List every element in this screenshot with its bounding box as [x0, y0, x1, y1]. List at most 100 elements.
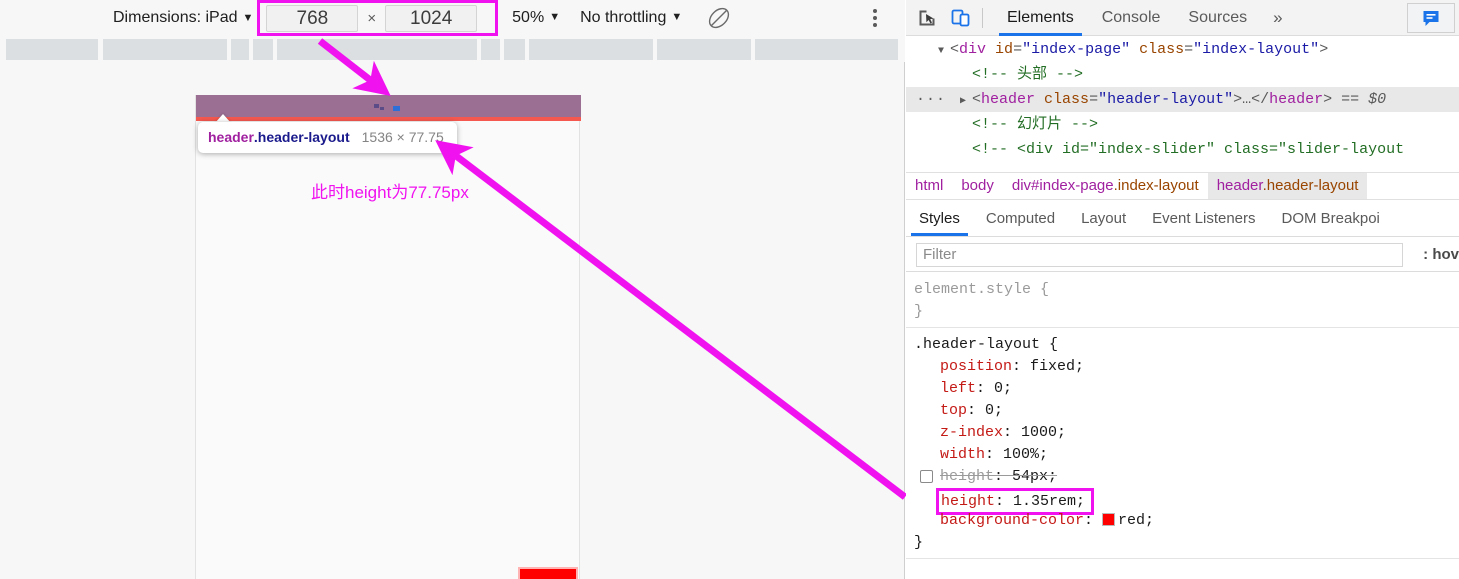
css-property-value[interactable]: 0; — [994, 380, 1012, 397]
css-declaration[interactable]: height: 1.35rem; — [914, 488, 1459, 515]
tab-label: Elements — [1007, 8, 1074, 26]
disclosure-triangle-icon[interactable]: ▼ — [938, 39, 950, 64]
css-property-value[interactable]: 54px; — [1012, 468, 1057, 485]
tab-sources[interactable]: Sources — [1174, 0, 1261, 36]
ruler-segment[interactable] — [103, 39, 227, 60]
css-property-name[interactable]: width — [940, 446, 985, 463]
tab-elements[interactable]: Elements — [993, 0, 1088, 36]
css-property-value[interactable]: 100%; — [1003, 446, 1048, 463]
css-property-value[interactable]: 1000; — [1021, 424, 1066, 441]
rotate-device-icon[interactable] — [706, 5, 732, 31]
ruler-segment[interactable] — [504, 39, 525, 60]
css-property-name[interactable]: top — [940, 402, 967, 419]
breadcrumb-tag: body — [961, 177, 994, 194]
color-swatch[interactable] — [1102, 513, 1116, 526]
feedback-icon[interactable] — [1407, 3, 1455, 33]
element-inspector-tooltip: header .header-layout 1536 × 77.75 — [198, 122, 457, 153]
dom-token: = — [1089, 91, 1099, 108]
preview-block — [379, 107, 384, 110]
css-declaration[interactable]: height: 54px; — [914, 466, 1459, 488]
breadcrumb-item[interactable]: html — [906, 173, 952, 199]
dom-token: = — [1013, 41, 1023, 58]
css-declaration[interactable]: width: 100%; — [914, 444, 1459, 466]
viewport-width-input[interactable]: 768 — [266, 4, 359, 32]
css-declaration[interactable]: left: 0; — [914, 378, 1459, 400]
styles-subtab-styles[interactable]: Styles — [906, 201, 973, 236]
css-property-name[interactable]: height — [941, 493, 995, 510]
ruler-segment[interactable] — [529, 39, 653, 60]
css-declaration[interactable]: background-color: red; — [914, 510, 1459, 532]
ruler-segment[interactable] — [755, 39, 898, 60]
declaration-checkbox[interactable] — [920, 470, 933, 483]
tab-console[interactable]: Console — [1088, 0, 1175, 36]
filter-input[interactable]: Filter — [916, 242, 1403, 267]
hover-state-button[interactable]: : hov — [1413, 246, 1459, 263]
dimensions-selector[interactable]: Dimensions: iPad ▼ — [113, 9, 253, 27]
dom-node-selected[interactable]: ··· ▶ <header class="header-layout">…</hea… — [906, 87, 1459, 112]
dom-token — [1130, 41, 1139, 58]
emulated-viewport[interactable] — [195, 95, 581, 579]
subtab-label: Styles — [919, 210, 960, 227]
inspect-element-icon[interactable] — [914, 5, 940, 31]
declaration-text: z-index: 1000; — [940, 424, 1066, 441]
ruler-segment[interactable] — [6, 39, 98, 60]
styles-subtab-layout[interactable]: Layout — [1068, 201, 1139, 236]
media-query-ruler[interactable] — [0, 36, 905, 62]
styles-subtab-event-listeners[interactable]: Event Listeners — [1139, 201, 1268, 236]
css-selector-line[interactable]: element.style { — [914, 279, 1459, 301]
css-declaration[interactable]: z-index: 1000; — [914, 422, 1459, 444]
toggle-device-toolbar-icon[interactable] — [948, 5, 974, 31]
styles-subtab-dom-breakpoi[interactable]: DOM Breakpoi — [1269, 201, 1393, 236]
breadcrumb[interactable]: html body div#index-page.index-layout heade… — [906, 172, 1459, 200]
css-property-name[interactable]: z-index — [940, 424, 1003, 441]
css-property-value[interactable]: fixed; — [1030, 358, 1084, 375]
more-tabs-button[interactable]: » — [1261, 8, 1294, 28]
css-property-value[interactable]: 1.35rem; — [1013, 493, 1085, 510]
dom-token: header — [1269, 91, 1324, 108]
css-rules-pane[interactable]: element.style {} .header-layout {position… — [906, 273, 1459, 579]
viewport-height-input[interactable]: 1024 — [385, 4, 478, 32]
disclosure-triangle-icon[interactable]: ▶ — [960, 89, 972, 114]
css-property-name[interactable]: left — [940, 380, 976, 397]
bottom-red-element[interactable] — [518, 567, 578, 579]
breadcrumb-item[interactable]: header.header-layout — [1207, 173, 1368, 199]
device-emulation-pane: Dimensions: iPad ▼ 768 × 1024 50% ▼ No thr… — [0, 0, 905, 579]
dom-node[interactable]: <!-- 头部 --> — [906, 62, 1459, 87]
ruler-segment[interactable] — [231, 39, 249, 60]
subtab-label: Event Listeners — [1152, 210, 1256, 227]
css-property-name[interactable]: position — [940, 358, 1012, 375]
styles-subtab-computed[interactable]: Computed — [973, 201, 1068, 236]
dimensions-times-label: × — [367, 9, 377, 27]
breadcrumb-item[interactable]: div#index-page.index-layout — [1003, 173, 1208, 199]
css-property-value[interactable]: red; — [1118, 512, 1154, 529]
css-declaration[interactable]: position: fixed; — [914, 356, 1459, 378]
css-selector-line[interactable]: .header-layout { — [914, 334, 1459, 356]
css-property-name[interactable]: height — [940, 468, 994, 485]
dom-node-more-icon[interactable]: ··· — [916, 87, 946, 112]
dom-token: > — [1319, 41, 1329, 58]
ruler-segment[interactable] — [253, 39, 273, 60]
dom-token: <!-- 头部 --> — [972, 66, 1084, 83]
ruler-segment[interactable] — [277, 39, 477, 60]
dom-token: = — [1184, 41, 1194, 58]
kebab-menu-icon[interactable] — [865, 8, 885, 28]
dom-token: <!-- <div id="index-slider" class="slide… — [972, 141, 1405, 158]
throttling-selector[interactable]: No throttling ▼ — [580, 9, 682, 27]
css-declaration[interactable]: top: 0; — [914, 400, 1459, 422]
ruler-segment[interactable] — [481, 39, 500, 60]
ruler-segment[interactable] — [657, 39, 751, 60]
declaration-text: position: fixed; — [940, 358, 1084, 375]
css-property-value[interactable]: 0; — [985, 402, 1003, 419]
dom-node[interactable]: ▼ <div id="index-page" class="index-layou… — [906, 37, 1459, 62]
dom-tree[interactable]: ▼ <div id="index-page" class="index-layou… — [906, 37, 1459, 170]
dom-token — [1035, 91, 1044, 108]
highlighted-header-element[interactable] — [196, 95, 581, 117]
annotation-text: 此时height为77.75px — [311, 183, 469, 202]
breadcrumb-tag: header — [1216, 177, 1263, 194]
css-colon: : — [985, 446, 1004, 463]
dom-node[interactable]: <!-- <div id="index-slider" class="slide… — [906, 137, 1459, 162]
css-property-name[interactable]: background-color — [940, 512, 1084, 529]
zoom-selector[interactable]: 50% ▼ — [512, 9, 560, 27]
breadcrumb-item[interactable]: body — [952, 173, 1003, 199]
dom-node[interactable]: <!-- 幻灯片 --> — [906, 112, 1459, 137]
